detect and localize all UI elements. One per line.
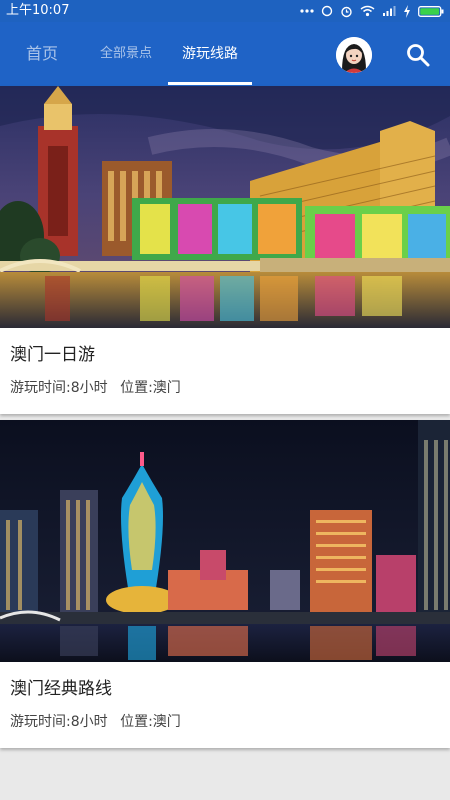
- route-duration: 游玩时间:8小时: [10, 714, 108, 730]
- route-photo: [0, 86, 450, 328]
- alarm-icon: [340, 5, 353, 18]
- tab-home[interactable]: 首页: [18, 22, 66, 86]
- route-photo: [0, 420, 450, 662]
- signal-icon: [382, 5, 396, 17]
- battery-icon: [418, 5, 444, 18]
- app-bar: 首页 全部景点 游玩线路: [0, 22, 450, 86]
- status-bar: 上午10:07: [0, 0, 450, 22]
- tab-selected-indicator: [168, 82, 252, 85]
- status-time: 上午10:07: [6, 3, 70, 18]
- more-dots-icon: [300, 8, 314, 14]
- charging-icon: [403, 4, 411, 18]
- wifi-icon: [360, 5, 375, 17]
- tab-routes[interactable]: 游玩线路: [168, 22, 252, 86]
- avatar[interactable]: [336, 37, 372, 73]
- route-location: 位置:澳门: [120, 714, 181, 730]
- route-meta: 游玩时间:8小时 位置:澳门: [10, 711, 181, 731]
- status-icons: [300, 0, 444, 22]
- route-title: 澳门一日游: [10, 345, 95, 365]
- sync-icon: [321, 5, 333, 17]
- route-meta: 游玩时间:8小时 位置:澳门: [10, 377, 181, 397]
- route-location: 位置:澳门: [120, 380, 181, 396]
- route-card[interactable]: 澳门一日游 游玩时间:8小时 位置:澳门: [0, 86, 450, 414]
- route-title: 澳门经典路线: [10, 679, 112, 699]
- route-card[interactable]: 澳门经典路线 游玩时间:8小时 位置:澳门: [0, 420, 450, 748]
- search-icon[interactable]: [404, 41, 432, 69]
- tab-all-attractions[interactable]: 全部景点: [92, 22, 160, 86]
- route-duration: 游玩时间:8小时: [10, 380, 108, 396]
